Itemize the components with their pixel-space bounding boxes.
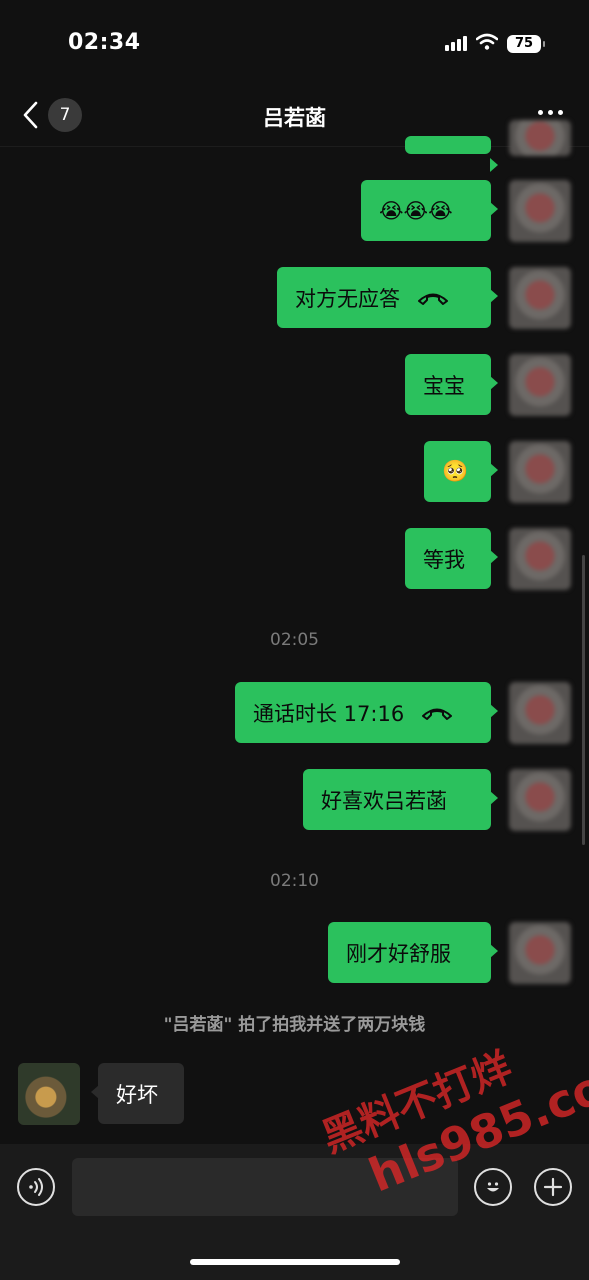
- pat-notification: "吕若菡" 拍了拍我并送了两万块钱: [163, 1015, 426, 1035]
- home-indicator[interactable]: [190, 1259, 400, 1265]
- dot-icon: [548, 110, 553, 115]
- message-input[interactable]: [72, 1158, 458, 1216]
- timestamp: 02:05: [270, 630, 319, 650]
- message-bubble[interactable]: 😭😭😭: [361, 180, 498, 241]
- message-bubble[interactable]: 🥺: [424, 441, 498, 502]
- my-avatar[interactable]: [509, 682, 571, 744]
- scrollbar[interactable]: [582, 555, 585, 845]
- message-text: 等我: [423, 547, 465, 572]
- cellular-signal-icon: [445, 36, 467, 51]
- battery-icon: 75: [507, 34, 545, 53]
- timestamp: 02:10: [270, 871, 319, 891]
- plus-icon: [543, 1177, 563, 1197]
- smiley-icon: [487, 1182, 499, 1192]
- message-bubble-incoming[interactable]: 好坏: [91, 1063, 184, 1124]
- my-avatar[interactable]: [509, 441, 571, 503]
- my-avatar[interactable]: [509, 354, 571, 416]
- message-bubble[interactable]: 宝宝: [405, 354, 498, 415]
- more-options-button[interactable]: [538, 110, 563, 115]
- message-text: 好坏: [116, 1082, 158, 1107]
- call-status-text: 对方无应答: [295, 286, 400, 311]
- crying-emoji: 😭😭😭: [379, 198, 453, 223]
- my-avatar[interactable]: [509, 120, 571, 156]
- more-functions-button[interactable]: [534, 1168, 572, 1206]
- call-duration-text: 通话时长 17:16: [253, 701, 405, 726]
- my-avatar[interactable]: [509, 769, 571, 831]
- phone-icon: [422, 708, 453, 720]
- pleading-emoji: 🥺: [442, 459, 469, 483]
- chat-title: 吕若菡: [263, 106, 326, 130]
- message-bubble-partial[interactable]: [405, 136, 498, 172]
- my-avatar[interactable]: [509, 922, 571, 984]
- dot-icon: [558, 110, 563, 115]
- my-avatar[interactable]: [509, 528, 571, 590]
- message-bubble[interactable]: 等我: [405, 528, 498, 589]
- phone-icon: [418, 293, 448, 305]
- message-text: 刚才好舒服: [346, 941, 451, 966]
- message-text: 好喜欢吕若菡: [321, 788, 447, 813]
- status-time: 02:34: [68, 30, 141, 55]
- message-text: 宝宝: [423, 373, 465, 398]
- my-avatar[interactable]: [509, 267, 571, 329]
- call-record-bubble[interactable]: 通话时长 17:16: [235, 682, 498, 743]
- voice-icon: [29, 1178, 43, 1196]
- status-icons: 75: [445, 33, 545, 54]
- my-avatar[interactable]: [509, 180, 571, 242]
- dot-icon: [538, 110, 543, 115]
- voice-input-button[interactable]: [17, 1168, 55, 1206]
- contact-avatar[interactable]: [18, 1063, 80, 1125]
- emoji-button[interactable]: [474, 1168, 512, 1206]
- wifi-icon: [475, 33, 499, 54]
- message-bubble[interactable]: 好喜欢吕若菡: [303, 769, 498, 830]
- call-record-bubble[interactable]: 对方无应答: [277, 267, 498, 328]
- message-bubble[interactable]: 刚才好舒服: [328, 922, 498, 983]
- chat-header: 7 吕若菡: [0, 88, 589, 147]
